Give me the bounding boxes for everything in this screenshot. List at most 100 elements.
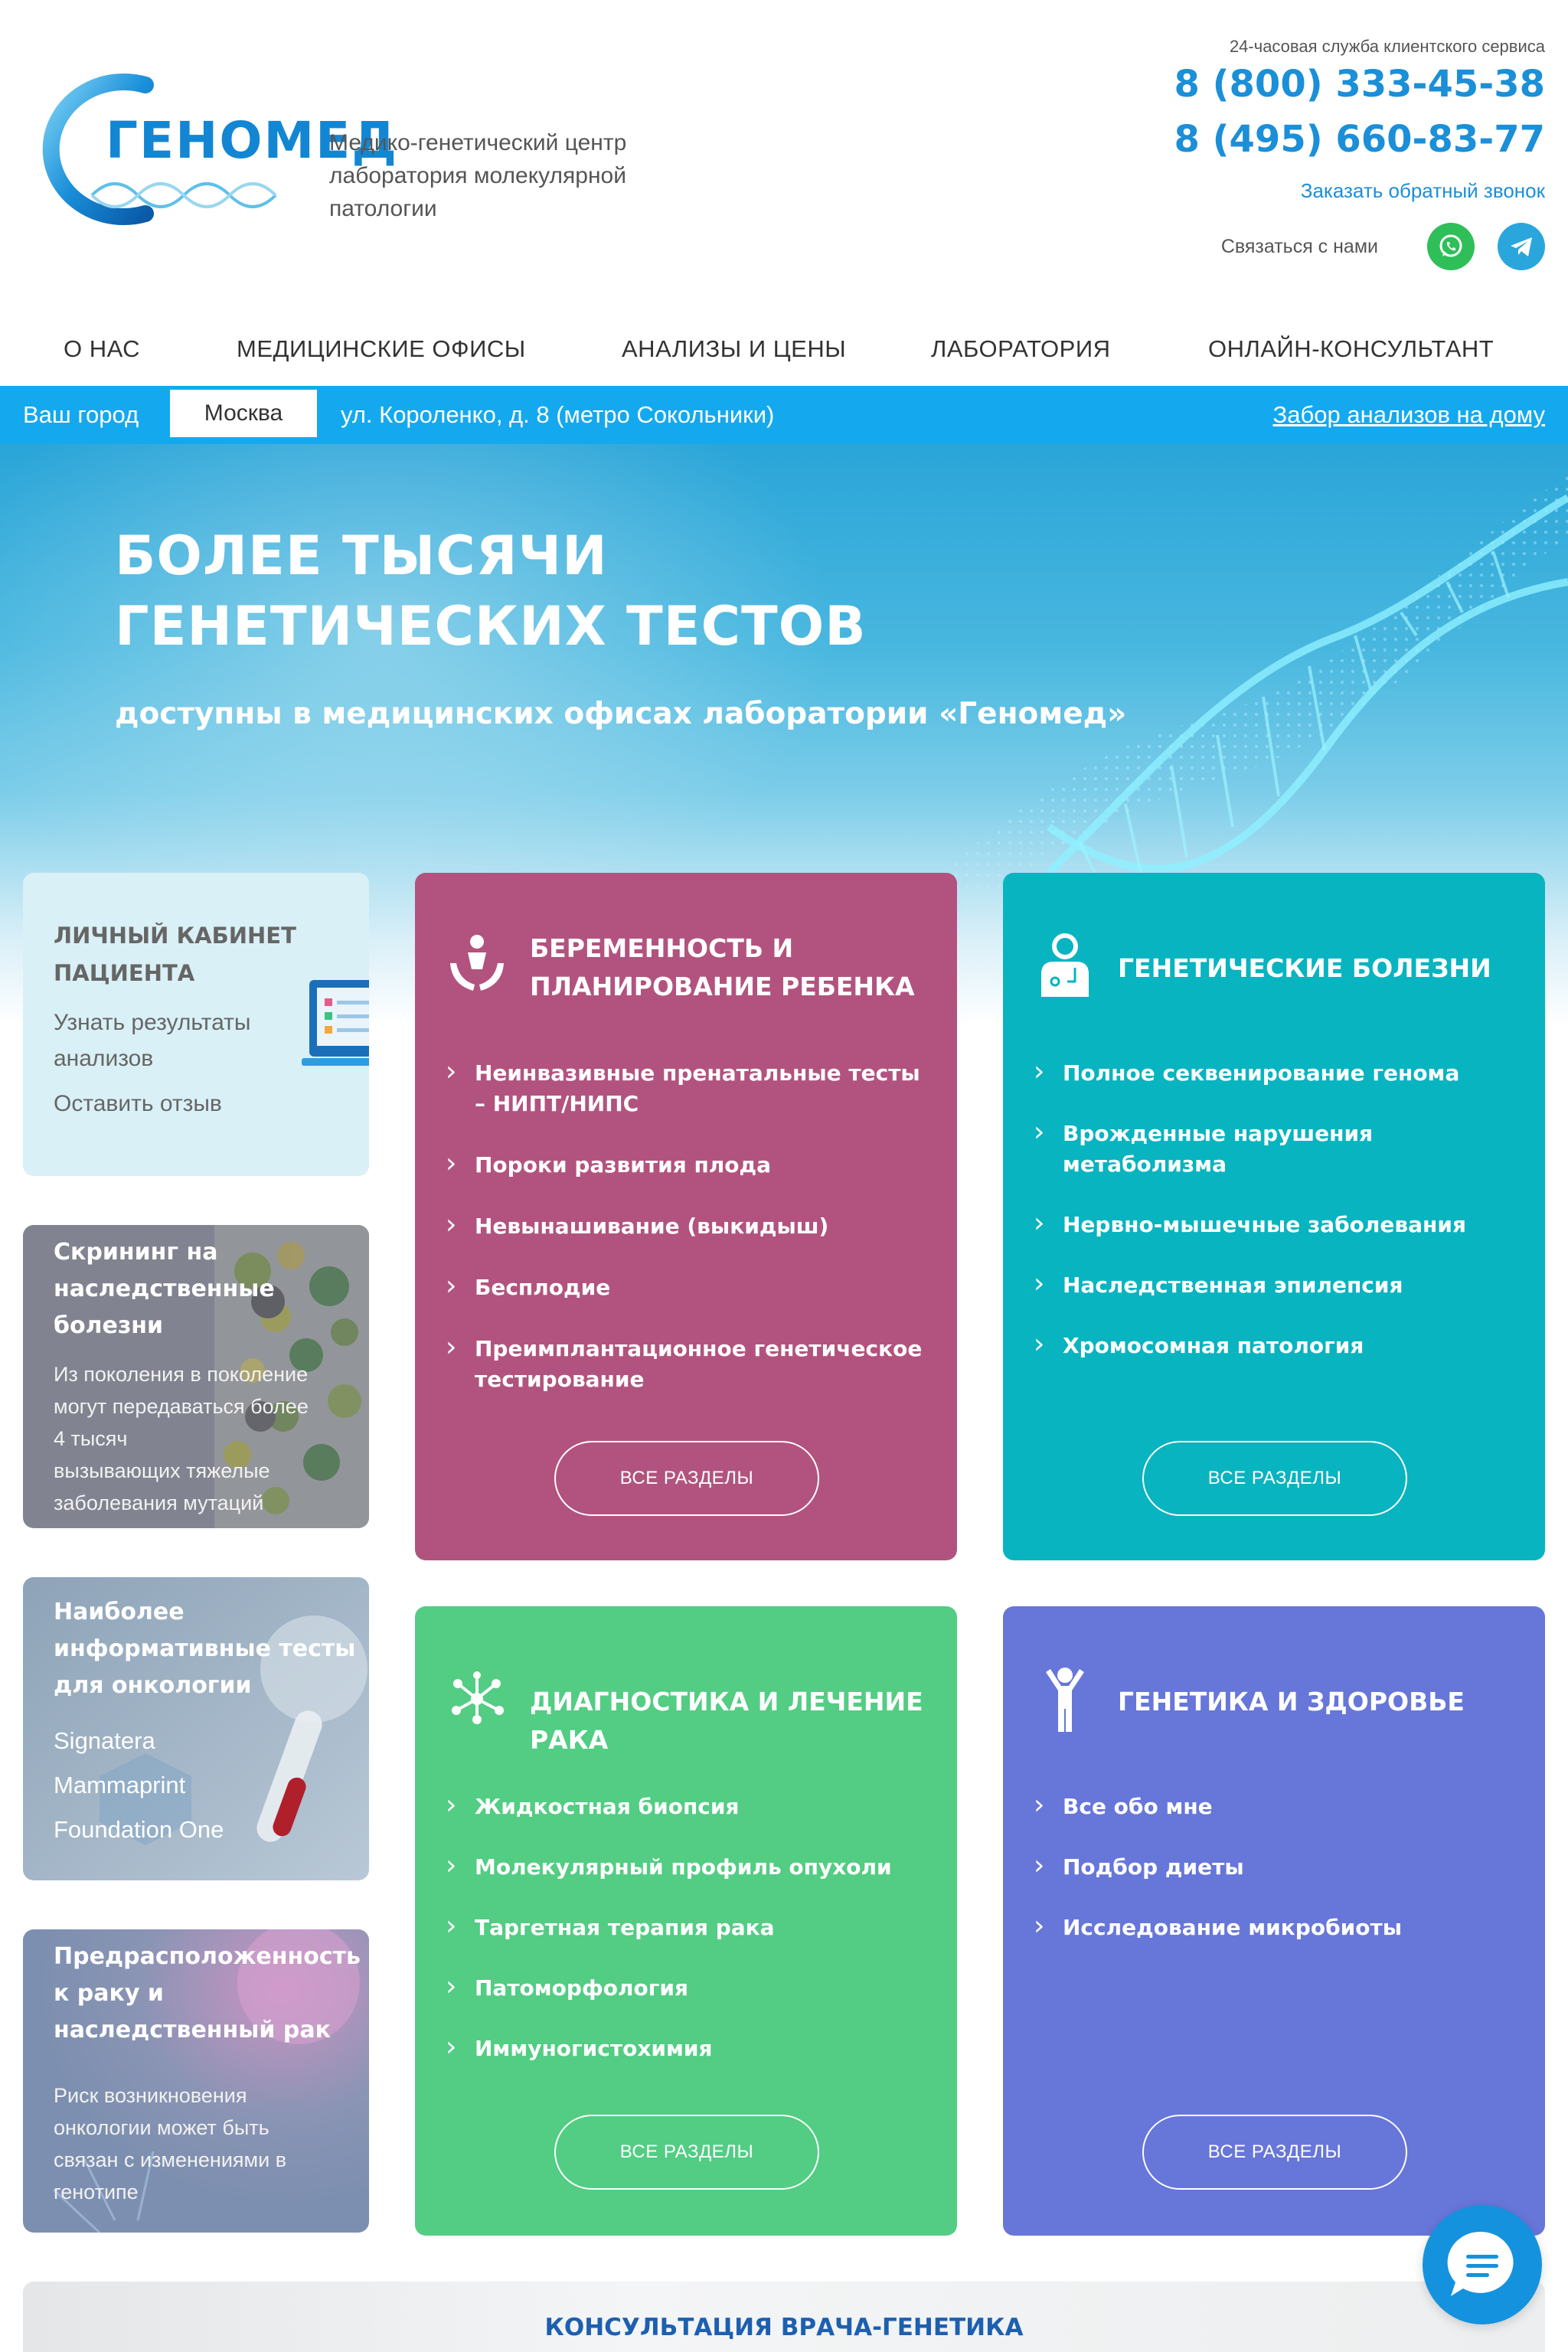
city-bar: Ваш город Москва ул. Короленко, д. 8 (ме… <box>0 386 1568 444</box>
patient-account-title-line1: ЛИЧНЫЙ КАБИНЕТ <box>54 923 296 949</box>
consultation-section: КОНСУЛЬТАЦИЯ ВРАЧА-ГЕНЕТИКА <box>23 2282 1545 2352</box>
home-sampling-link[interactable]: Забор анализов на дому <box>1273 401 1545 429</box>
nav-item-laboratory[interactable]: ЛАБОРАТОРИЯ <box>931 335 1111 363</box>
screening-title-line2: наследственные <box>54 1276 275 1302</box>
category-card-cancer: ДИАГНОСТИКА И ЛЕЧЕНИЕ РАКА Жидкостная би… <box>415 1606 957 2236</box>
city-label: Ваш город <box>23 401 139 428</box>
contact-row: Связаться с нами <box>1221 222 1545 271</box>
screening-text-line5: заболевания мутаций <box>54 1491 264 1514</box>
results-link-line1: Узнать результаты <box>54 1010 251 1035</box>
contact-label: Связаться с нами <box>1220 235 1378 257</box>
screening-text-line3: 4 тысяч <box>54 1427 128 1450</box>
all-sections-button[interactable]: ВСЕ РАЗДЕЛЫ <box>554 2115 819 2190</box>
predisposition-title-line3: наследственный рак <box>54 2017 331 2043</box>
screening-title: Скрининг на наследственные болезни <box>54 1234 275 1344</box>
pregnancy-title-line1: БЕРЕМЕННОСТЬ И <box>530 933 794 963</box>
list-item[interactable]: Неинвазивные пренатальные тесты – НИПТ/Н… <box>443 1057 933 1119</box>
list-item[interactable]: Подбор диеты <box>1031 1851 1521 1883</box>
list-item[interactable]: Пороки развития плода <box>443 1148 933 1181</box>
screening-text-line2: могут передаваться более <box>54 1395 309 1418</box>
pregnancy-list: Неинвазивные пренатальные тесты – НИПТ/Н… <box>443 1057 933 1395</box>
consultation-title: КОНСУЛЬТАЦИЯ ВРАЧА-ГЕНЕТИКА <box>544 2314 1024 2341</box>
cancer-title: ДИАГНОСТИКА И ЛЕЧЕНИЕ РАКА <box>530 1687 923 1755</box>
results-link[interactable]: Узнать результаты анализов <box>54 1004 250 1076</box>
chat-widget-button[interactable] <box>1423 2205 1542 2324</box>
person-arms-up-icon <box>1046 1668 1084 1732</box>
results-link-line2: анализов <box>54 1046 154 1071</box>
category-card-health: ГЕНЕТИКА И ЗДОРОВЬЕ Все обо мне Подбор д… <box>1003 1606 1545 2236</box>
oncology-test-item[interactable]: Mammaprint <box>54 1772 185 1799</box>
city-select[interactable]: Москва <box>170 390 317 437</box>
list-item[interactable]: Полное секвенирование генома <box>1031 1057 1521 1089</box>
telegram-icon[interactable] <box>1498 223 1545 270</box>
monitor-icon <box>302 980 369 1066</box>
list-item[interactable]: Патоморфология <box>443 1971 933 2004</box>
hero-title-line1: БОЛЕЕ ТЫСЯЧИ <box>115 524 608 587</box>
predisposition-text-line3: связан с изменениями в <box>54 2148 287 2171</box>
callback-link[interactable]: Заказать обратный звонок <box>1301 179 1545 203</box>
oncology-tests-title: Наиболее информативные тесты для онколог… <box>54 1594 355 1704</box>
predisposition-text-line2: онкологии может быть <box>54 2116 270 2139</box>
chat-bubble-icon <box>1447 2231 1514 2296</box>
nav-item-offices[interactable]: МЕДИЦИНСКИЕ ОФИСЫ <box>237 335 526 363</box>
screening-title-line3: болезни <box>54 1312 164 1339</box>
oncology-test-item[interactable]: Signatera <box>54 1727 155 1755</box>
pregnancy-title-line2: ПЛАНИРОВАНИЕ РЕБЕНКА <box>530 972 915 1001</box>
list-item[interactable]: Бесплодие <box>443 1271 933 1303</box>
nav-item-tests-prices[interactable]: АНАЛИЗЫ И ЦЕНЫ <box>622 335 846 363</box>
phone-link-495[interactable]: 8 (495) 660-83-77 <box>1174 118 1545 161</box>
nav-item-online-consultant[interactable]: ОНЛАЙН-КОНСУЛЬТАНТ <box>1208 335 1494 363</box>
feedback-link[interactable]: Оставить отзыв <box>54 1086 222 1122</box>
main-nav: О НАС МЕДИЦИНСКИЕ ОФИСЫ АНАЛИЗЫ И ЦЕНЫ Л… <box>0 322 1568 378</box>
list-item[interactable]: Хромосомная патология <box>1031 1329 1521 1361</box>
list-item[interactable]: Наследственная эпилепсия <box>1031 1269 1521 1301</box>
site-header: ГЕНОМЕД Медико-генетический центр лабора… <box>0 0 1568 306</box>
whatsapp-icon[interactable] <box>1427 223 1475 270</box>
site-tagline: Медико-генетический центр лаборатория мо… <box>329 130 627 221</box>
list-item[interactable]: Врожденные нарушения метаболизма <box>1031 1117 1521 1180</box>
patient-account-card[interactable]: ЛИЧНЫЙ КАБИНЕТ ПАЦИЕНТА Узнать результат… <box>23 873 369 1176</box>
health-list: Все обо мне Подбор диеты Исследование ми… <box>1031 1790 1521 1943</box>
oncology-tests-card[interactable]: Наиболее информативные тесты для онколог… <box>23 1577 369 1880</box>
screening-card[interactable]: Скрининг на наследственные болезни Из по… <box>23 1225 369 1528</box>
list-item[interactable]: Иммуногистохимия <box>443 2032 933 2064</box>
list-item[interactable]: Молекулярный профиль опухоли <box>443 1851 933 1883</box>
list-item[interactable]: Невынашивание (выкидыш) <box>443 1210 933 1242</box>
hero-title-line2: ГЕНЕТИЧЕСКИХ ТЕСТОВ <box>115 595 867 658</box>
office-address: ул. Короленко, д. 8 (метро Сокольники) <box>341 401 775 428</box>
all-sections-button[interactable]: ВСЕ РАЗДЕЛЫ <box>1142 2115 1407 2190</box>
list-item[interactable]: Исследование микробиоты <box>1031 1911 1521 1943</box>
oncology-tests-title-line3: для онкологии <box>54 1672 252 1699</box>
doctor-icon <box>1041 933 1089 997</box>
screening-text: Из поколения в поколение могут передават… <box>54 1358 309 1519</box>
screening-text-line1: Из поколения в поколение <box>54 1363 309 1386</box>
molecule-icon <box>452 1671 504 1724</box>
oncology-tests-title-line1: Наиболее <box>54 1599 185 1625</box>
hero-subtitle: доступны в медицинских офисах лаборатори… <box>115 697 1127 731</box>
genetic-diseases-list: Полное секвенирование генома Врожденные … <box>1031 1057 1521 1361</box>
nav-item-about[interactable]: О НАС <box>64 335 140 363</box>
all-sections-button[interactable]: ВСЕ РАЗДЕЛЫ <box>554 1441 819 1516</box>
genomed-logo[interactable]: ГЕНОМЕД <box>23 73 397 226</box>
oncology-tests-title-line2: информативные тесты <box>54 1635 356 1662</box>
cancer-predisposition-card[interactable]: Предрасположенность к раку и наследствен… <box>23 1929 369 2233</box>
list-item[interactable]: Преимплантационное генетическое тестиров… <box>443 1332 933 1395</box>
patient-account-title-line2: ПАЦИЕНТА <box>54 960 195 986</box>
list-item[interactable]: Все обо мне <box>1031 1790 1521 1822</box>
phone-link-800[interactable]: 8 (800) 333-45-38 <box>1174 63 1545 106</box>
all-sections-button[interactable]: ВСЕ РАЗДЕЛЫ <box>1142 1441 1407 1516</box>
list-item[interactable]: Нервно-мышечные заболевания <box>1031 1208 1521 1240</box>
screening-title-line1: Скрининг на <box>54 1239 218 1266</box>
service-note: 24-часовая служба клиентского сервиса <box>1229 37 1545 56</box>
list-item[interactable]: Таргетная терапия рака <box>443 1911 933 1943</box>
pregnancy-title: БЕРЕМЕННОСТЬ И ПЛАНИРОВАНИЕ РЕБЕНКА <box>530 929 915 1006</box>
screening-text-line4: вызывающих тяжелые <box>54 1459 270 1482</box>
predisposition-text: Риск возникновения онкологии может быть … <box>54 2079 286 2208</box>
list-item[interactable]: Жидкостная биопсия <box>443 1790 933 1822</box>
oncology-test-item[interactable]: Foundation One <box>54 1816 224 1844</box>
predisposition-text-line1: Риск возникновения <box>54 2084 247 2107</box>
cancer-list: Жидкостная биопсия Молекулярный профиль … <box>443 1790 933 2064</box>
category-card-genetic-diseases: ГЕНЕТИЧЕСКИЕ БОЛЕЗНИ Полное секвенирован… <box>1003 873 1545 1560</box>
mother-child-icon <box>450 935 504 991</box>
health-title: ГЕНЕТИКА И ЗДОРОВЬЕ <box>1118 1687 1465 1717</box>
